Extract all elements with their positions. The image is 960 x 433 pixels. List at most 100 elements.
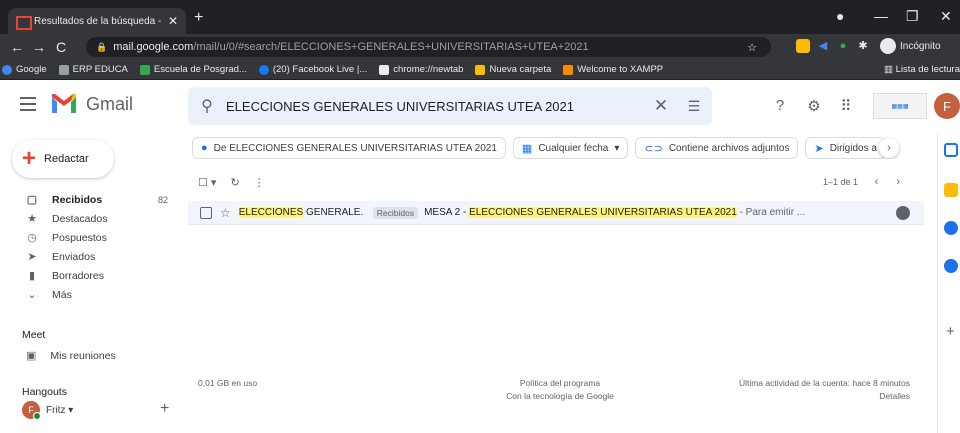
- bookmark-newtab[interactable]: chrome://newtab: [379, 64, 463, 75]
- chip-scroll-right-icon[interactable]: ›: [878, 138, 899, 158]
- bookmark-posgrado[interactable]: Escuela de Posgrad...: [139, 64, 247, 75]
- browser-toolbar: ← → C 🔒 mail.google.com/mail/u/0/#search…: [0, 34, 960, 60]
- calendar-app-icon[interactable]: [944, 143, 958, 157]
- sender-highlight: ELECCIONES: [238, 207, 304, 218]
- pagination-arrows[interactable]: ‹›: [875, 176, 918, 188]
- incognito-label: Incógnito: [900, 40, 941, 52]
- new-tab-icon[interactable]: +: [194, 9, 203, 27]
- search-options-icon[interactable]: ☰: [676, 98, 712, 115]
- tab-title: Resultados de la búsqueda - 202: [34, 15, 164, 27]
- extension-audio-icon[interactable]: ◀: [816, 39, 830, 53]
- address-bar[interactable]: 🔒 mail.google.com/mail/u/0/#search/ELECC…: [86, 37, 771, 57]
- bookmark-facebook[interactable]: (20) Facebook Live |...: [258, 64, 368, 75]
- sidebar-item-starred[interactable]: ★ Destacados: [0, 209, 180, 228]
- inbox-icon: ▢: [26, 194, 38, 206]
- refresh-icon[interactable]: ↻: [230, 176, 239, 189]
- email-snippet: - Para emitir ...: [736, 207, 806, 218]
- more-options-icon[interactable]: ⋮: [254, 176, 265, 189]
- search-input[interactable]: ELECCIONES GENERALES UNIVERSITARIAS UTEA…: [226, 99, 646, 114]
- sidebar-item-snoozed[interactable]: ◷ Pospuestos: [0, 228, 180, 247]
- search-filter-chips: ● De ELECCIONES GENERALES UNIVERSITARIAS…: [192, 137, 930, 159]
- chip-label: De ELECCIONES GENERALES UNIVERSITARIAS U…: [213, 142, 497, 154]
- clock-icon: ◷: [27, 232, 37, 244]
- keep-app-icon[interactable]: [944, 183, 958, 197]
- bookmark-erp-educa[interactable]: ERP EDUCA: [58, 64, 128, 75]
- gmail-logo[interactable]: Gmail: [50, 93, 133, 115]
- browser-tab[interactable]: Resultados de la búsqueda - 202 ✕: [8, 8, 186, 34]
- snooze-clock-icon[interactable]: [896, 205, 910, 220]
- help-icon[interactable]: ?: [770, 97, 790, 117]
- apps-grid-icon[interactable]: ⠿: [836, 97, 856, 117]
- bookmark-folder[interactable]: Nueva carpeta: [475, 64, 551, 75]
- last-activity: Última actividad de la cuenta: hace 8 mi…: [738, 378, 910, 388]
- sidebar-item-label: Destacados: [52, 212, 108, 225]
- chip-attachments[interactable]: ⊂⊃ Contiene archivos adjuntos: [635, 137, 799, 159]
- clear-search-icon[interactable]: ✕: [646, 96, 676, 116]
- meet-item-label: Mis reuniones: [50, 349, 116, 362]
- storage-usage[interactable]: 0,01 GB en uso: [198, 377, 257, 390]
- dropdown-arrow-icon: ▾: [614, 142, 620, 154]
- sidebar-item-inbox[interactable]: ▢ Recibidos 82: [0, 190, 180, 209]
- bookmark-label: (20) Facebook Live |...: [272, 64, 368, 75]
- get-addons-icon[interactable]: +: [946, 323, 955, 340]
- row-checkbox[interactable]: [200, 206, 212, 219]
- sidebar-item-label: Más: [52, 288, 72, 301]
- sidebar-item-sent[interactable]: ➤ Enviados: [0, 247, 180, 266]
- send-icon: ➤: [27, 251, 37, 263]
- extension-icon[interactable]: [796, 39, 810, 53]
- hangouts-avatar: F: [22, 401, 41, 420]
- meet-my-meetings[interactable]: ▣ Mis reuniones: [26, 349, 116, 363]
- sidebar-item-drafts[interactable]: ▮ Borradores: [0, 266, 180, 285]
- dropdown-arrow-icon: ▾: [65, 404, 74, 416]
- browser-tab-strip: Resultados de la búsqueda - 202 ✕ + ● — …: [0, 0, 960, 34]
- footer-center: Política del programa Con la tecnología …: [500, 377, 620, 403]
- add-contact-icon[interactable]: +: [160, 400, 169, 418]
- subject-prefix: MESA 2 -: [424, 207, 470, 218]
- inbox-count: 82: [157, 194, 168, 205]
- extension-green-icon[interactable]: ●: [836, 39, 850, 53]
- reload-icon[interactable]: C: [50, 39, 72, 55]
- forward-icon[interactable]: →: [28, 39, 50, 55]
- details-link[interactable]: Detalles: [706, 390, 910, 403]
- bookmark-star-icon[interactable]: ☆: [747, 41, 757, 54]
- chip-date[interactable]: ▦ Cualquier fecha ▾: [512, 137, 629, 159]
- gmail-header: Gmail ⚲ ELECCIONES GENERALES UNIVERSITAR…: [0, 81, 960, 133]
- tab-close-icon[interactable]: ✕: [168, 14, 178, 28]
- main-menu-icon[interactable]: [20, 97, 36, 111]
- chevron-down-icon: ⌄: [27, 289, 37, 301]
- organization-logo[interactable]: ▦▦▦: [873, 93, 927, 119]
- sidebar-item-label: Pospuestos: [52, 231, 107, 244]
- account-avatar[interactable]: F: [934, 93, 960, 119]
- reading-list[interactable]: ▥ Lista de lectura: [884, 64, 960, 75]
- sidebar-item-more[interactable]: ⌄ Más: [0, 285, 180, 304]
- bookmark-xampp[interactable]: Welcome to XAMPP: [563, 64, 663, 75]
- email-row[interactable]: ☆ ELECCIONES GENERALE. Recibidos MESA 2 …: [188, 201, 924, 225]
- back-icon[interactable]: ←: [6, 39, 28, 55]
- profile-dot-icon[interactable]: ●: [836, 8, 844, 24]
- program-policy-link[interactable]: Política del programa: [500, 377, 620, 390]
- compose-plus-icon: +: [22, 145, 37, 172]
- search-icon[interactable]: ⚲: [188, 96, 226, 116]
- row-star-icon[interactable]: ☆: [220, 206, 231, 220]
- tasks-app-icon[interactable]: [944, 221, 958, 235]
- email-label-badge[interactable]: Recibidos: [372, 206, 419, 219]
- close-window-icon[interactable]: ✕: [940, 8, 952, 25]
- chip-label: Dirigidos a: [829, 142, 877, 154]
- hangouts-user[interactable]: F Fritz ▾: [22, 401, 74, 420]
- contacts-app-icon[interactable]: [944, 259, 958, 273]
- incognito-indicator[interactable]: Incógnito: [880, 38, 941, 54]
- email-subject: MESA 2 - ELECCIONES GENERALES UNIVERSITA…: [424, 207, 896, 218]
- compose-button[interactable]: + Redactar: [12, 140, 114, 178]
- chip-to[interactable]: ➤ Dirigidos a: [805, 137, 886, 159]
- bookmark-google[interactable]: Google: [2, 64, 47, 75]
- bookmark-label: Escuela de Posgrad...: [153, 64, 247, 75]
- pagination-range: 1–1 de 1: [822, 177, 858, 187]
- sidebar-item-label: Borradores: [52, 269, 104, 282]
- chip-from[interactable]: ● De ELECCIONES GENERALES UNIVERSITARIAS…: [192, 137, 506, 159]
- maximize-icon[interactable]: ❐: [906, 8, 919, 25]
- select-all-checkbox[interactable]: ☐ ▾: [198, 176, 216, 189]
- minimize-icon[interactable]: —: [874, 8, 888, 24]
- extension-puzzle-icon[interactable]: ✱: [856, 39, 870, 53]
- search-bar[interactable]: ⚲ ELECCIONES GENERALES UNIVERSITARIAS UT…: [188, 87, 712, 125]
- settings-gear-icon[interactable]: ⚙: [804, 97, 824, 117]
